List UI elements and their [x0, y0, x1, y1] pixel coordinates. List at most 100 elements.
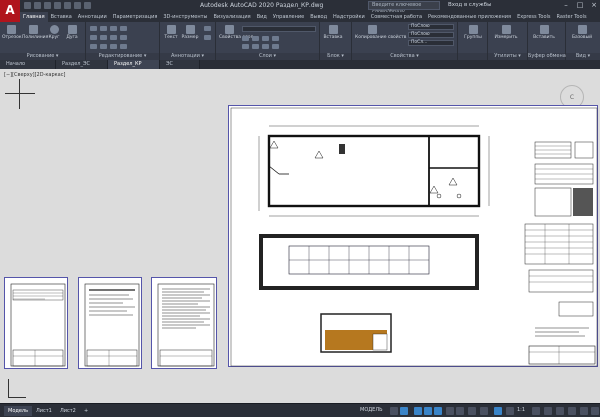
paste-button[interactable]: Вставить — [531, 25, 557, 40]
tab-collaborate[interactable]: Совместная работа — [368, 12, 425, 22]
isolate-objects-icon[interactable] — [568, 407, 576, 415]
customize-icon[interactable] — [591, 407, 599, 415]
lineweight-icon[interactable] — [456, 407, 464, 415]
move-icon[interactable] — [90, 26, 97, 31]
signin-button[interactable]: Вход в службы — [448, 2, 491, 8]
tab-express-tools[interactable]: Express Tools — [514, 12, 553, 22]
text-button[interactable]: Текст — [163, 25, 179, 40]
tab-annotate[interactable]: Аннотации — [75, 12, 110, 22]
layout-tab-model[interactable]: Модель — [4, 406, 33, 416]
window-title: Autodesk AutoCAD 2020 Раздел_КР.dwg — [200, 2, 324, 9]
layer-freeze-icon[interactable] — [252, 36, 259, 41]
file-tab-razdel-kr[interactable]: Раздел_КР — [108, 60, 160, 69]
measure-icon — [501, 25, 511, 34]
title-bar: A Autodesk AutoCAD 2020 Раздел_КР.dwg Вв… — [0, 0, 600, 22]
plot-icon[interactable] — [64, 2, 71, 9]
drawing-canvas[interactable]: [−][Сверху][2D-каркас] С — [0, 69, 600, 403]
otrack-icon[interactable] — [446, 407, 454, 415]
array-icon[interactable] — [110, 44, 117, 49]
redo-icon[interactable] — [84, 2, 91, 9]
tab-parametric[interactable]: Параметризация — [110, 12, 161, 22]
layout-tab-sheet2[interactable]: Лист2 — [56, 406, 80, 416]
layer-on-icon[interactable] — [242, 36, 249, 41]
layer-current-icon[interactable] — [252, 44, 259, 49]
tab-manage[interactable]: Управление — [270, 12, 307, 22]
transparency-icon[interactable] — [468, 407, 476, 415]
open-icon[interactable] — [34, 2, 41, 9]
scale-icon[interactable] — [100, 44, 107, 49]
viewport-controls[interactable]: [−][Сверху][2D-каркас] — [4, 72, 65, 78]
tab-visualize[interactable]: Визуализация — [210, 12, 253, 22]
annotation-monitor-icon[interactable] — [544, 407, 552, 415]
file-tab-es[interactable]: ЭС — [160, 60, 200, 69]
insert-button[interactable]: Вставка — [323, 25, 343, 40]
undo-icon[interactable] — [74, 2, 81, 9]
linetype-dropdown[interactable]: ПоСл... — [408, 40, 454, 46]
annotation-visibility-icon[interactable] — [494, 407, 502, 415]
stretch-icon[interactable] — [90, 44, 97, 49]
color-dropdown[interactable]: ПоСлою — [408, 24, 454, 30]
tab-3d-tools[interactable]: 3D-инструменты — [160, 12, 210, 22]
section-view — [259, 234, 479, 290]
annotation-scale[interactable]: 1:1 — [517, 407, 525, 413]
layer-off-icon[interactable] — [262, 44, 269, 49]
base-view-button[interactable]: Базовый — [569, 25, 595, 40]
tab-raster-tools[interactable]: Raster Tools — [554, 12, 590, 22]
model-space-toggle[interactable]: МОДЕЛЬ — [360, 407, 383, 413]
tab-featured-apps[interactable]: Рекомендованные приложения — [425, 12, 514, 22]
layout-tab-sheet1[interactable]: Лист1 — [32, 406, 56, 416]
ortho-icon[interactable] — [414, 407, 422, 415]
explode-icon[interactable] — [120, 35, 127, 40]
add-layout-button[interactable]: + — [80, 406, 92, 416]
autoscale-icon[interactable] — [506, 407, 514, 415]
groups-button[interactable]: Группы — [461, 25, 485, 40]
units-icon[interactable] — [556, 407, 564, 415]
rotate-icon[interactable] — [100, 26, 107, 31]
workspace-gear-icon[interactable] — [532, 407, 540, 415]
tab-addins[interactable]: Надстройки — [330, 12, 368, 22]
circle-button[interactable]: Круг — [46, 25, 62, 40]
layer-lock-icon[interactable] — [262, 36, 269, 41]
mirror-icon[interactable] — [100, 35, 107, 40]
osnap-icon[interactable] — [434, 407, 442, 415]
arc-button[interactable]: Дуга — [64, 25, 80, 40]
copy-icon[interactable] — [90, 35, 97, 40]
fullscreen-icon[interactable] — [580, 407, 588, 415]
leader-icon[interactable] — [204, 26, 211, 31]
autocad-logo-icon[interactable]: A — [0, 0, 20, 22]
new-icon[interactable] — [24, 2, 31, 9]
polyline-button[interactable]: Полилиния — [22, 25, 48, 40]
layer-walk-icon[interactable] — [272, 44, 279, 49]
minimize-icon[interactable]: – — [560, 1, 572, 10]
tab-view[interactable]: Вид — [254, 12, 270, 22]
layer-dropdown[interactable] — [242, 26, 316, 32]
dimension-button[interactable]: Размер — [181, 25, 199, 40]
save-as-icon[interactable] — [54, 2, 61, 9]
draw-group-label: Рисование ▾ — [0, 53, 85, 60]
file-tab-start[interactable]: Начало — [0, 60, 56, 69]
fillet-icon[interactable] — [110, 35, 117, 40]
tab-home[interactable]: Главная — [20, 12, 48, 22]
lineweight-dropdown[interactable]: ПоСлою — [408, 32, 454, 38]
save-icon[interactable] — [44, 2, 51, 9]
file-tab-razdel-es[interactable]: Раздел_ЭС — [56, 60, 108, 69]
offset-icon[interactable] — [120, 44, 127, 49]
layer-isolate-icon[interactable] — [272, 36, 279, 41]
line-button[interactable]: Отрезок — [2, 25, 22, 40]
match-properties-button[interactable]: Копирование свойств — [355, 25, 406, 40]
maximize-icon[interactable]: □ — [574, 1, 586, 10]
trim-icon[interactable] — [110, 26, 117, 31]
close-icon[interactable]: × — [588, 1, 600, 10]
grid-icon[interactable] — [390, 407, 398, 415]
layer-match-icon[interactable] — [242, 44, 249, 49]
polar-icon[interactable] — [424, 407, 432, 415]
tab-output[interactable]: Вывод — [307, 12, 330, 22]
table-icon[interactable] — [204, 35, 211, 40]
erase-icon[interactable] — [120, 26, 127, 31]
search-input[interactable]: Введите ключевое слово/фразу — [368, 1, 440, 15]
selection-cycling-icon[interactable] — [480, 407, 488, 415]
measure-button[interactable]: Измерить — [491, 25, 521, 40]
tab-insert[interactable]: Вставка — [48, 12, 75, 22]
snap-icon[interactable] — [400, 407, 408, 415]
layer-properties-button[interactable]: Свойства слоя — [219, 25, 253, 40]
